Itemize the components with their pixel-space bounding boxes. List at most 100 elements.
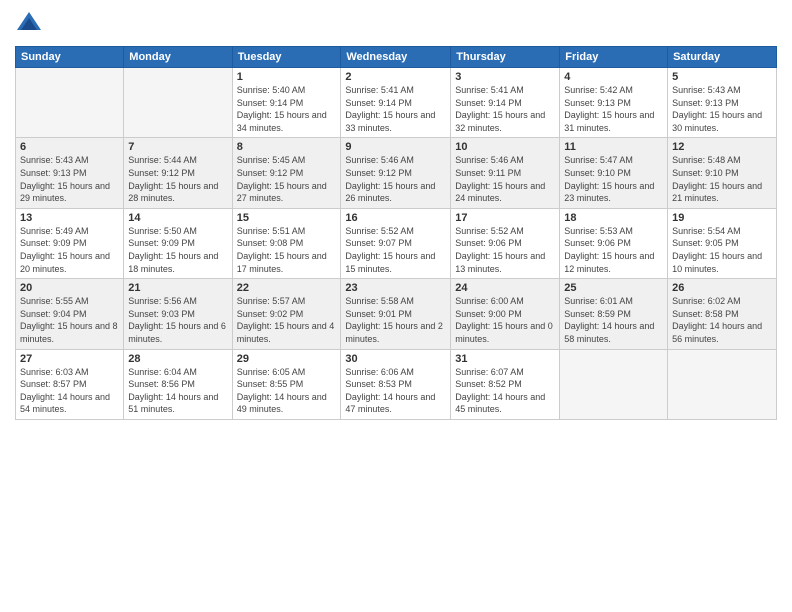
calendar-day-cell: 21Sunrise: 5:56 AM Sunset: 9:03 PM Dayli… — [124, 279, 232, 349]
day-info: Sunrise: 5:52 AM Sunset: 9:06 PM Dayligh… — [455, 225, 555, 275]
weekday-header-tuesday: Tuesday — [232, 47, 341, 68]
calendar-day-cell: 23Sunrise: 5:58 AM Sunset: 9:01 PM Dayli… — [341, 279, 451, 349]
day-info: Sunrise: 5:51 AM Sunset: 9:08 PM Dayligh… — [237, 225, 337, 275]
calendar-day-cell: 15Sunrise: 5:51 AM Sunset: 9:08 PM Dayli… — [232, 208, 341, 278]
calendar-day-cell: 18Sunrise: 5:53 AM Sunset: 9:06 PM Dayli… — [560, 208, 668, 278]
weekday-header-wednesday: Wednesday — [341, 47, 451, 68]
day-info: Sunrise: 5:56 AM Sunset: 9:03 PM Dayligh… — [128, 295, 227, 345]
calendar-day-cell: 8Sunrise: 5:45 AM Sunset: 9:12 PM Daylig… — [232, 138, 341, 208]
day-number: 9 — [345, 141, 446, 153]
day-number: 26 — [672, 282, 772, 294]
calendar-day-cell: 2Sunrise: 5:41 AM Sunset: 9:14 PM Daylig… — [341, 68, 451, 138]
calendar-day-cell: 14Sunrise: 5:50 AM Sunset: 9:09 PM Dayli… — [124, 208, 232, 278]
calendar-day-cell: 29Sunrise: 6:05 AM Sunset: 8:55 PM Dayli… — [232, 349, 341, 419]
day-number: 28 — [128, 353, 227, 365]
calendar-day-cell: 17Sunrise: 5:52 AM Sunset: 9:06 PM Dayli… — [451, 208, 560, 278]
day-info: Sunrise: 5:44 AM Sunset: 9:12 PM Dayligh… — [128, 154, 227, 204]
day-info: Sunrise: 6:04 AM Sunset: 8:56 PM Dayligh… — [128, 366, 227, 416]
calendar-day-cell: 16Sunrise: 5:52 AM Sunset: 9:07 PM Dayli… — [341, 208, 451, 278]
calendar-day-cell: 28Sunrise: 6:04 AM Sunset: 8:56 PM Dayli… — [124, 349, 232, 419]
day-info: Sunrise: 5:53 AM Sunset: 9:06 PM Dayligh… — [564, 225, 663, 275]
calendar-day-cell — [124, 68, 232, 138]
day-number: 23 — [345, 282, 446, 294]
calendar-week-row: 13Sunrise: 5:49 AM Sunset: 9:09 PM Dayli… — [16, 208, 777, 278]
day-number: 13 — [20, 212, 119, 224]
day-info: Sunrise: 5:47 AM Sunset: 9:10 PM Dayligh… — [564, 154, 663, 204]
calendar-day-cell: 5Sunrise: 5:43 AM Sunset: 9:13 PM Daylig… — [668, 68, 777, 138]
day-number: 7 — [128, 141, 227, 153]
calendar-week-row: 27Sunrise: 6:03 AM Sunset: 8:57 PM Dayli… — [16, 349, 777, 419]
calendar-day-cell: 22Sunrise: 5:57 AM Sunset: 9:02 PM Dayli… — [232, 279, 341, 349]
day-info: Sunrise: 5:41 AM Sunset: 9:14 PM Dayligh… — [345, 84, 446, 134]
day-info: Sunrise: 5:58 AM Sunset: 9:01 PM Dayligh… — [345, 295, 446, 345]
calendar-day-cell: 9Sunrise: 5:46 AM Sunset: 9:12 PM Daylig… — [341, 138, 451, 208]
calendar-day-cell: 25Sunrise: 6:01 AM Sunset: 8:59 PM Dayli… — [560, 279, 668, 349]
weekday-header-row: SundayMondayTuesdayWednesdayThursdayFrid… — [16, 47, 777, 68]
day-number: 4 — [564, 71, 663, 83]
logo — [15, 10, 45, 38]
day-info: Sunrise: 6:03 AM Sunset: 8:57 PM Dayligh… — [20, 366, 119, 416]
calendar-day-cell: 1Sunrise: 5:40 AM Sunset: 9:14 PM Daylig… — [232, 68, 341, 138]
calendar-day-cell: 6Sunrise: 5:43 AM Sunset: 9:13 PM Daylig… — [16, 138, 124, 208]
calendar-day-cell: 4Sunrise: 5:42 AM Sunset: 9:13 PM Daylig… — [560, 68, 668, 138]
day-info: Sunrise: 5:40 AM Sunset: 9:14 PM Dayligh… — [237, 84, 337, 134]
day-info: Sunrise: 5:42 AM Sunset: 9:13 PM Dayligh… — [564, 84, 663, 134]
day-number: 14 — [128, 212, 227, 224]
day-info: Sunrise: 6:02 AM Sunset: 8:58 PM Dayligh… — [672, 295, 772, 345]
day-info: Sunrise: 5:43 AM Sunset: 9:13 PM Dayligh… — [20, 154, 119, 204]
day-number: 15 — [237, 212, 337, 224]
day-info: Sunrise: 5:46 AM Sunset: 9:12 PM Dayligh… — [345, 154, 446, 204]
calendar-day-cell: 12Sunrise: 5:48 AM Sunset: 9:10 PM Dayli… — [668, 138, 777, 208]
day-number: 17 — [455, 212, 555, 224]
day-number: 6 — [20, 141, 119, 153]
calendar-day-cell: 19Sunrise: 5:54 AM Sunset: 9:05 PM Dayli… — [668, 208, 777, 278]
weekday-header-friday: Friday — [560, 47, 668, 68]
day-number: 29 — [237, 353, 337, 365]
day-info: Sunrise: 5:49 AM Sunset: 9:09 PM Dayligh… — [20, 225, 119, 275]
day-info: Sunrise: 5:50 AM Sunset: 9:09 PM Dayligh… — [128, 225, 227, 275]
day-number: 11 — [564, 141, 663, 153]
day-info: Sunrise: 6:06 AM Sunset: 8:53 PM Dayligh… — [345, 366, 446, 416]
day-info: Sunrise: 6:05 AM Sunset: 8:55 PM Dayligh… — [237, 366, 337, 416]
day-info: Sunrise: 5:54 AM Sunset: 9:05 PM Dayligh… — [672, 225, 772, 275]
day-info: Sunrise: 6:07 AM Sunset: 8:52 PM Dayligh… — [455, 366, 555, 416]
calendar-day-cell: 30Sunrise: 6:06 AM Sunset: 8:53 PM Dayli… — [341, 349, 451, 419]
weekday-header-saturday: Saturday — [668, 47, 777, 68]
logo-icon — [15, 10, 43, 38]
calendar-week-row: 6Sunrise: 5:43 AM Sunset: 9:13 PM Daylig… — [16, 138, 777, 208]
calendar-day-cell: 11Sunrise: 5:47 AM Sunset: 9:10 PM Dayli… — [560, 138, 668, 208]
calendar-day-cell: 7Sunrise: 5:44 AM Sunset: 9:12 PM Daylig… — [124, 138, 232, 208]
day-info: Sunrise: 5:41 AM Sunset: 9:14 PM Dayligh… — [455, 84, 555, 134]
day-number: 19 — [672, 212, 772, 224]
day-info: Sunrise: 6:01 AM Sunset: 8:59 PM Dayligh… — [564, 295, 663, 345]
day-number: 27 — [20, 353, 119, 365]
day-info: Sunrise: 5:55 AM Sunset: 9:04 PM Dayligh… — [20, 295, 119, 345]
calendar-day-cell — [560, 349, 668, 419]
day-number: 10 — [455, 141, 555, 153]
calendar-day-cell: 20Sunrise: 5:55 AM Sunset: 9:04 PM Dayli… — [16, 279, 124, 349]
calendar-day-cell: 26Sunrise: 6:02 AM Sunset: 8:58 PM Dayli… — [668, 279, 777, 349]
day-number: 31 — [455, 353, 555, 365]
calendar-table: SundayMondayTuesdayWednesdayThursdayFrid… — [15, 46, 777, 420]
day-info: Sunrise: 5:46 AM Sunset: 9:11 PM Dayligh… — [455, 154, 555, 204]
day-number: 30 — [345, 353, 446, 365]
day-info: Sunrise: 6:00 AM Sunset: 9:00 PM Dayligh… — [455, 295, 555, 345]
day-info: Sunrise: 5:52 AM Sunset: 9:07 PM Dayligh… — [345, 225, 446, 275]
day-info: Sunrise: 5:45 AM Sunset: 9:12 PM Dayligh… — [237, 154, 337, 204]
day-number: 24 — [455, 282, 555, 294]
day-info: Sunrise: 5:57 AM Sunset: 9:02 PM Dayligh… — [237, 295, 337, 345]
weekday-header-sunday: Sunday — [16, 47, 124, 68]
weekday-header-thursday: Thursday — [451, 47, 560, 68]
calendar-day-cell: 3Sunrise: 5:41 AM Sunset: 9:14 PM Daylig… — [451, 68, 560, 138]
day-number: 8 — [237, 141, 337, 153]
page: SundayMondayTuesdayWednesdayThursdayFrid… — [0, 0, 792, 612]
day-number: 21 — [128, 282, 227, 294]
day-number: 25 — [564, 282, 663, 294]
day-number: 18 — [564, 212, 663, 224]
calendar-day-cell: 10Sunrise: 5:46 AM Sunset: 9:11 PM Dayli… — [451, 138, 560, 208]
day-number: 3 — [455, 71, 555, 83]
calendar-day-cell — [16, 68, 124, 138]
calendar-day-cell: 24Sunrise: 6:00 AM Sunset: 9:00 PM Dayli… — [451, 279, 560, 349]
day-info: Sunrise: 5:48 AM Sunset: 9:10 PM Dayligh… — [672, 154, 772, 204]
day-number: 2 — [345, 71, 446, 83]
